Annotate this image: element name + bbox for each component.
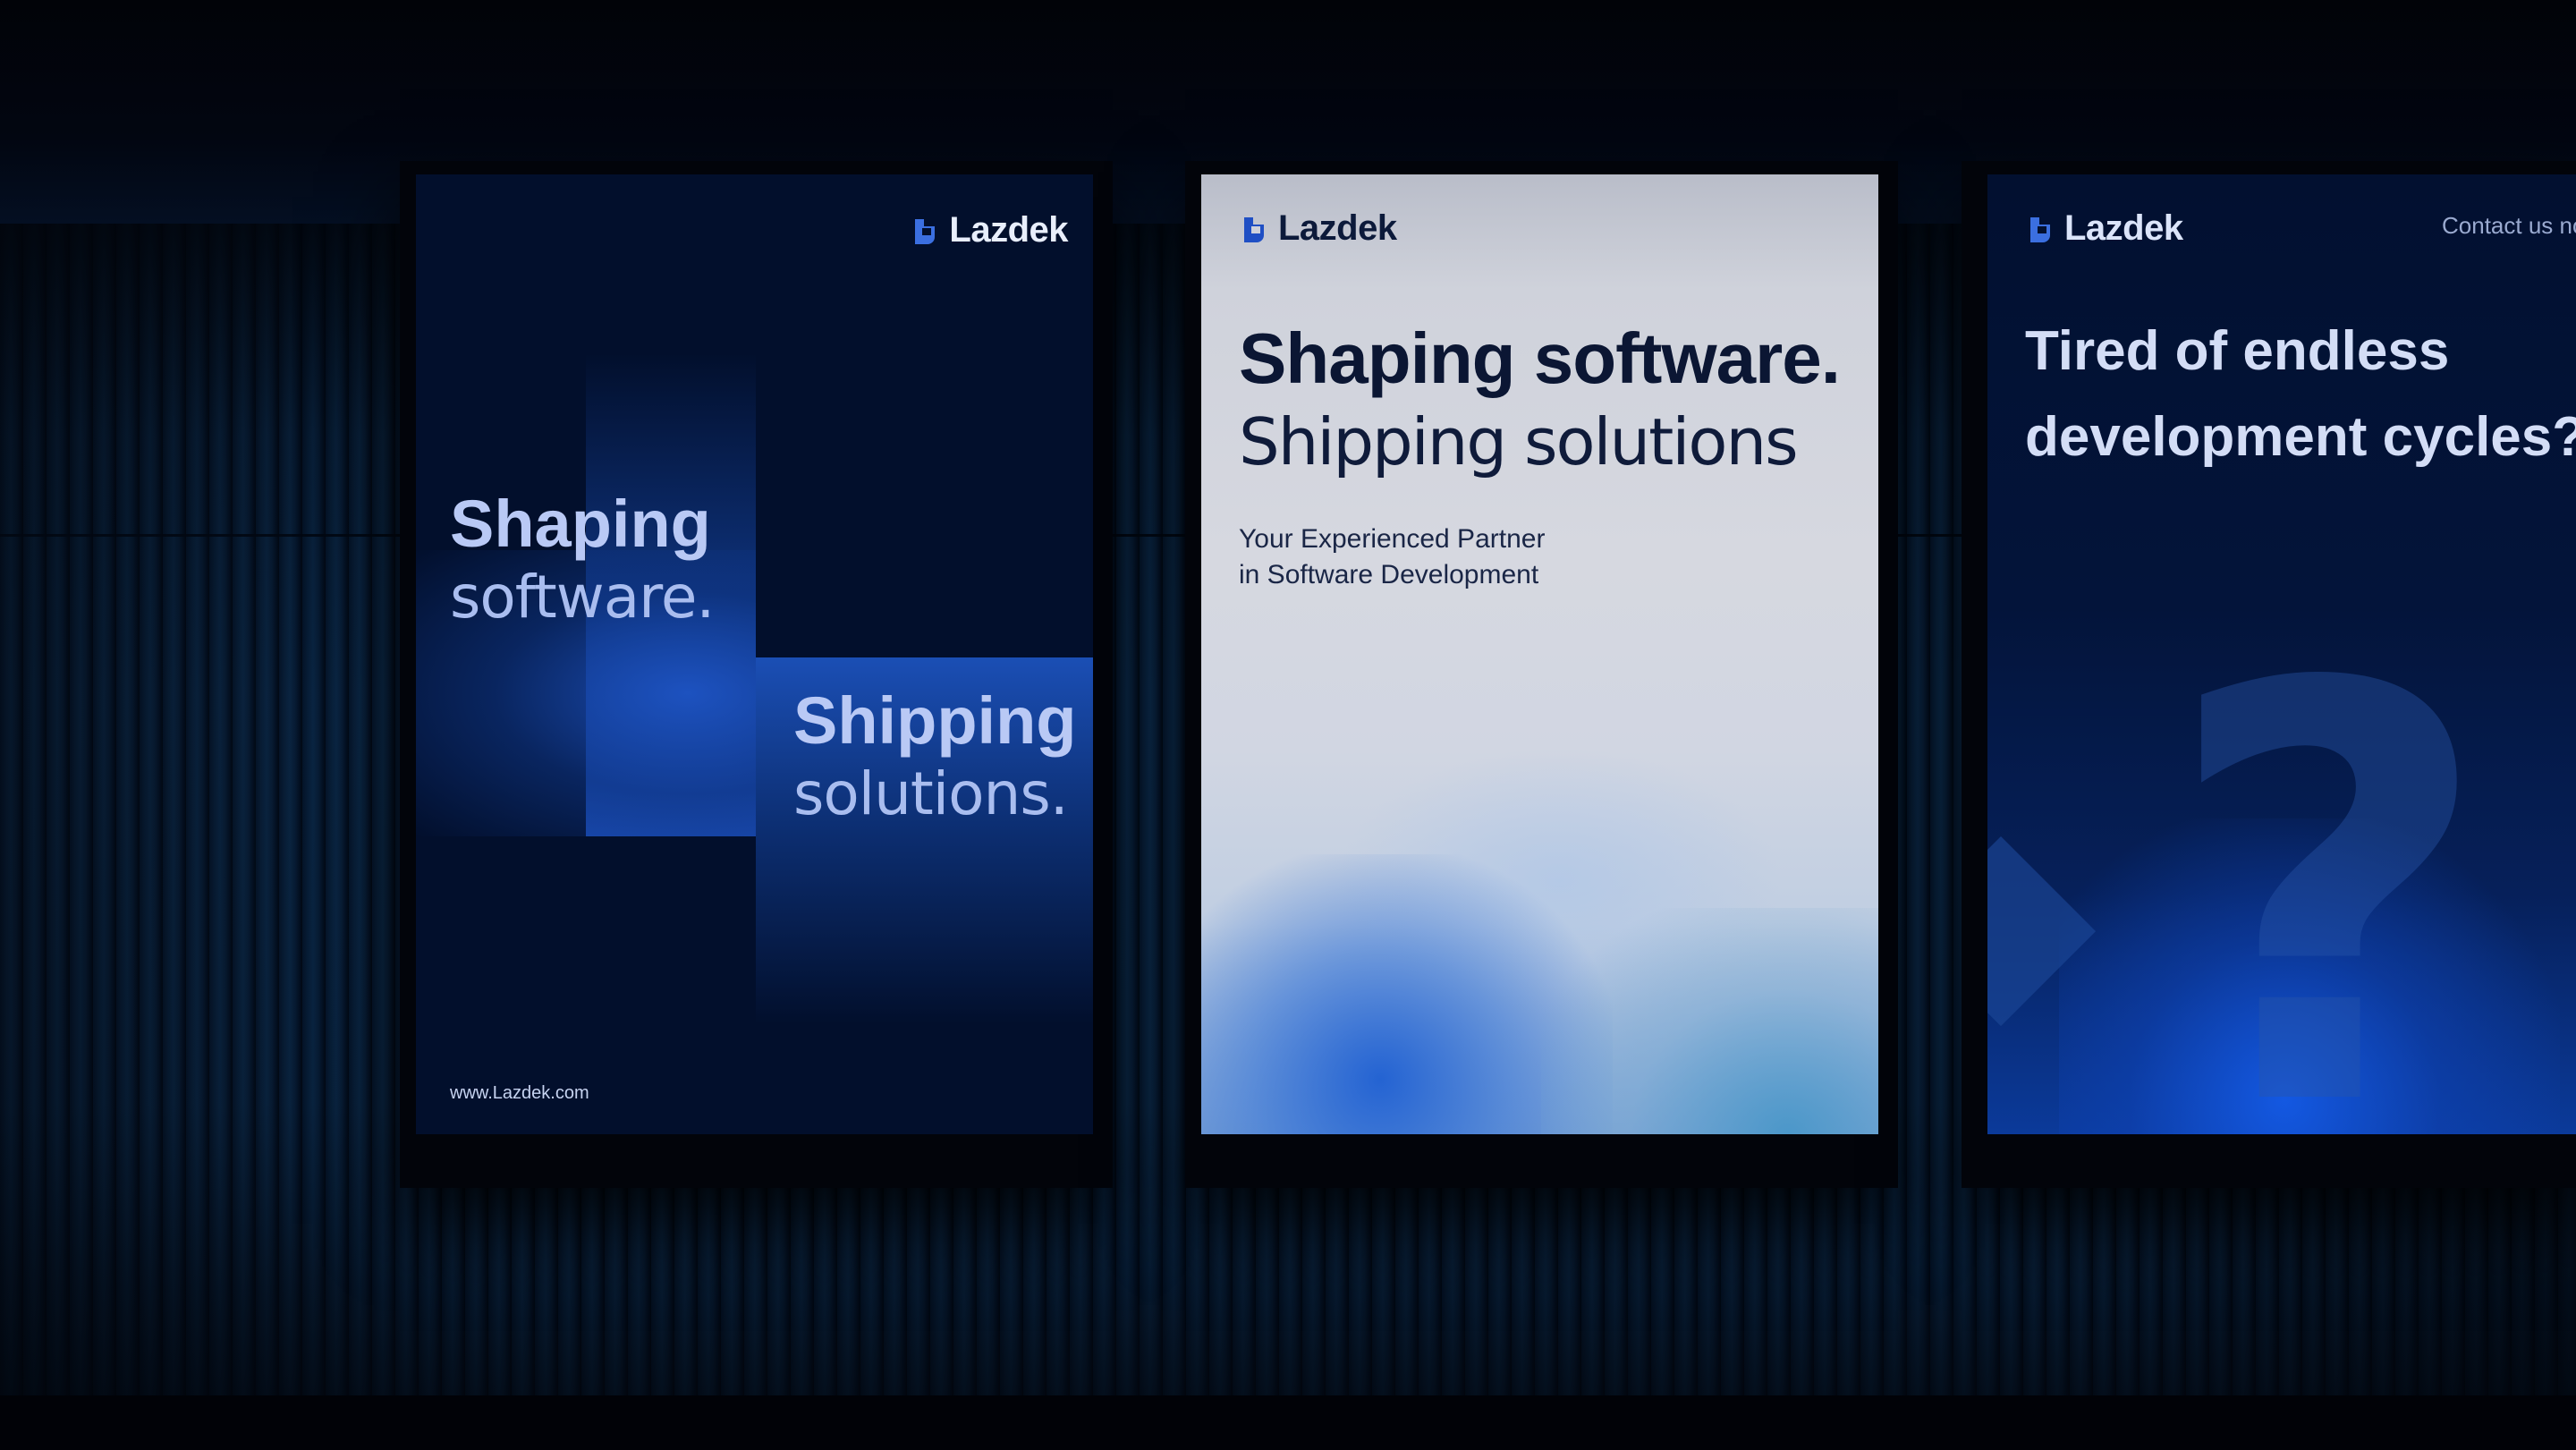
gradient-blob xyxy=(1541,908,1878,1134)
headline-light: software. xyxy=(450,563,715,632)
question-mark-graphic: ? xyxy=(2162,565,2495,1135)
headline: Tired of endless development cycles? xyxy=(2025,309,2576,480)
brand-logo: Lazdek xyxy=(1239,208,1397,249)
headline-light: solutions. xyxy=(793,759,1069,828)
lazdek-logo-icon xyxy=(2025,214,2055,244)
brand-name: Lazdek xyxy=(1278,208,1397,248)
poster-wall-scene: Lazdek Shaping software. Shipping soluti… xyxy=(0,0,2576,1450)
headline-shaping: Shaping software. xyxy=(450,487,715,634)
brand-logo: Lazdek xyxy=(2025,208,2183,249)
headline-light: Shipping solutions xyxy=(1239,404,1799,479)
headline-line-2: development cycles? xyxy=(2025,406,2576,468)
subline-line-1: Your Experienced Partner xyxy=(1239,524,1546,554)
subline: Your Experienced Partner in Software Dev… xyxy=(1239,521,1545,593)
subline-line-2: in Software Development xyxy=(1239,560,1539,589)
lazdek-logo-icon xyxy=(1239,214,1269,244)
lazdek-logo-icon xyxy=(910,216,940,246)
headline-bold: Shipping xyxy=(793,683,1077,758)
floor xyxy=(0,1395,2576,1450)
poster-left: Lazdek Shaping software. Shipping soluti… xyxy=(416,174,1093,1134)
poster-right: ? Lazdek Contact us no Tired of endless … xyxy=(1987,174,2576,1134)
brand-name: Lazdek xyxy=(2064,208,2183,248)
brand-name: Lazdek xyxy=(949,210,1068,250)
headline-bold: Shaping xyxy=(450,487,711,561)
headline-bold: Shaping software. xyxy=(1239,318,1841,398)
contact-text: Contact us no xyxy=(2442,212,2576,239)
website-url: www.Lazdek.com xyxy=(450,1083,589,1103)
brand-logo: Lazdek xyxy=(910,210,1068,250)
headline-line-1: Tired of endless xyxy=(2025,320,2450,382)
headline-shipping: Shipping solutions. xyxy=(793,684,1077,831)
poster-center: Lazdek Shaping software. Shipping soluti… xyxy=(1201,174,1878,1134)
